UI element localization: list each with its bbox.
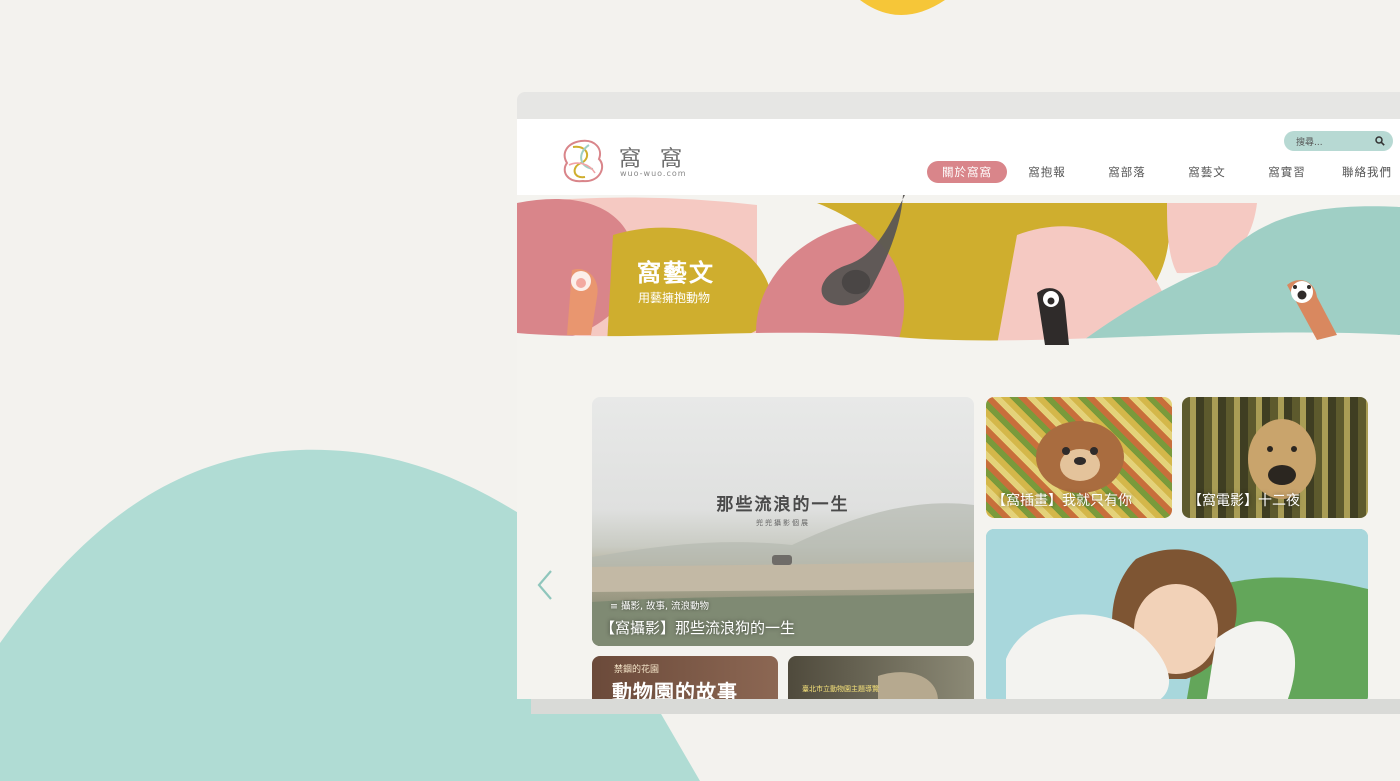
nav-item-about[interactable]: 關於窩窩 (927, 161, 1007, 183)
poster-subtitle: 兜兜攝影個展 (756, 519, 810, 527)
article-label: 臺北市立動物園主題導覽 (802, 685, 879, 693)
article-card-movie[interactable]: 【窩電影】十二夜 (1182, 397, 1368, 518)
nav-item-blog[interactable]: 窩部落 (1097, 161, 1157, 183)
poster-title: 那些流浪的一生 (716, 495, 850, 515)
nav-item-arts[interactable]: 窩藝文 (1177, 161, 1237, 183)
hero-subtitle: 用藝擁抱動物 (638, 291, 711, 305)
article-card-zoo-tour[interactable]: 臺北市立動物園主題導覽 (788, 656, 974, 699)
nav-item-news[interactable]: 窩抱報 (1017, 161, 1077, 183)
search-input[interactable]: 搜尋... (1296, 135, 1375, 148)
hero-title: 窩藝文 (637, 259, 715, 287)
search-box[interactable]: 搜尋... (1284, 131, 1393, 151)
girl-with-sheep-illustration (986, 529, 1368, 699)
article-title[interactable]: 【窩電影】十二夜 (1188, 490, 1300, 510)
featured-article-title[interactable]: 【窩攝影】那些流浪狗的一生 (600, 617, 795, 638)
article-card-zoo[interactable]: 禁錮的花園 動物園的故事 (592, 656, 778, 699)
nav-item-internship[interactable]: 窩實習 (1257, 161, 1317, 183)
article-card-illustration[interactable]: 【窩插畫】我就只有你 (986, 397, 1172, 518)
brand-domain: wuo-wuo.com (620, 169, 687, 178)
logo-icon (563, 139, 604, 183)
site-header: 窩 窩 wuo-wuo.com 搜尋... 關於窩窩 窩抱報 窩部落 窩藝文 窩… (517, 119, 1400, 195)
article-card-large-illustration[interactable] (986, 529, 1368, 699)
browser-chrome (517, 92, 1400, 119)
article-label: 禁錮的花園 (614, 665, 660, 675)
article-title[interactable]: 【窩插畫】我就只有你 (992, 490, 1132, 510)
article-headline: 動物園的故事 (612, 680, 738, 699)
search-icon[interactable] (1375, 136, 1385, 146)
website-mockup: 窩 窩 wuo-wuo.com 搜尋... 關於窩窩 窩抱報 窩部落 窩藝文 窩… (517, 119, 1400, 699)
article-tags[interactable]: ≡ 攝影, 故事, 流浪動物 (610, 598, 709, 612)
mockup-shadow (531, 699, 1400, 714)
carousel-prev-icon[interactable] (535, 569, 555, 601)
featured-article-card[interactable]: 那些流浪的一生 兜兜攝影個展 ≡ 攝影, 故事, 流浪動物 【窩攝影】那些流浪狗… (592, 397, 974, 646)
nav-item-contact[interactable]: 聯絡我們 (1335, 161, 1399, 183)
